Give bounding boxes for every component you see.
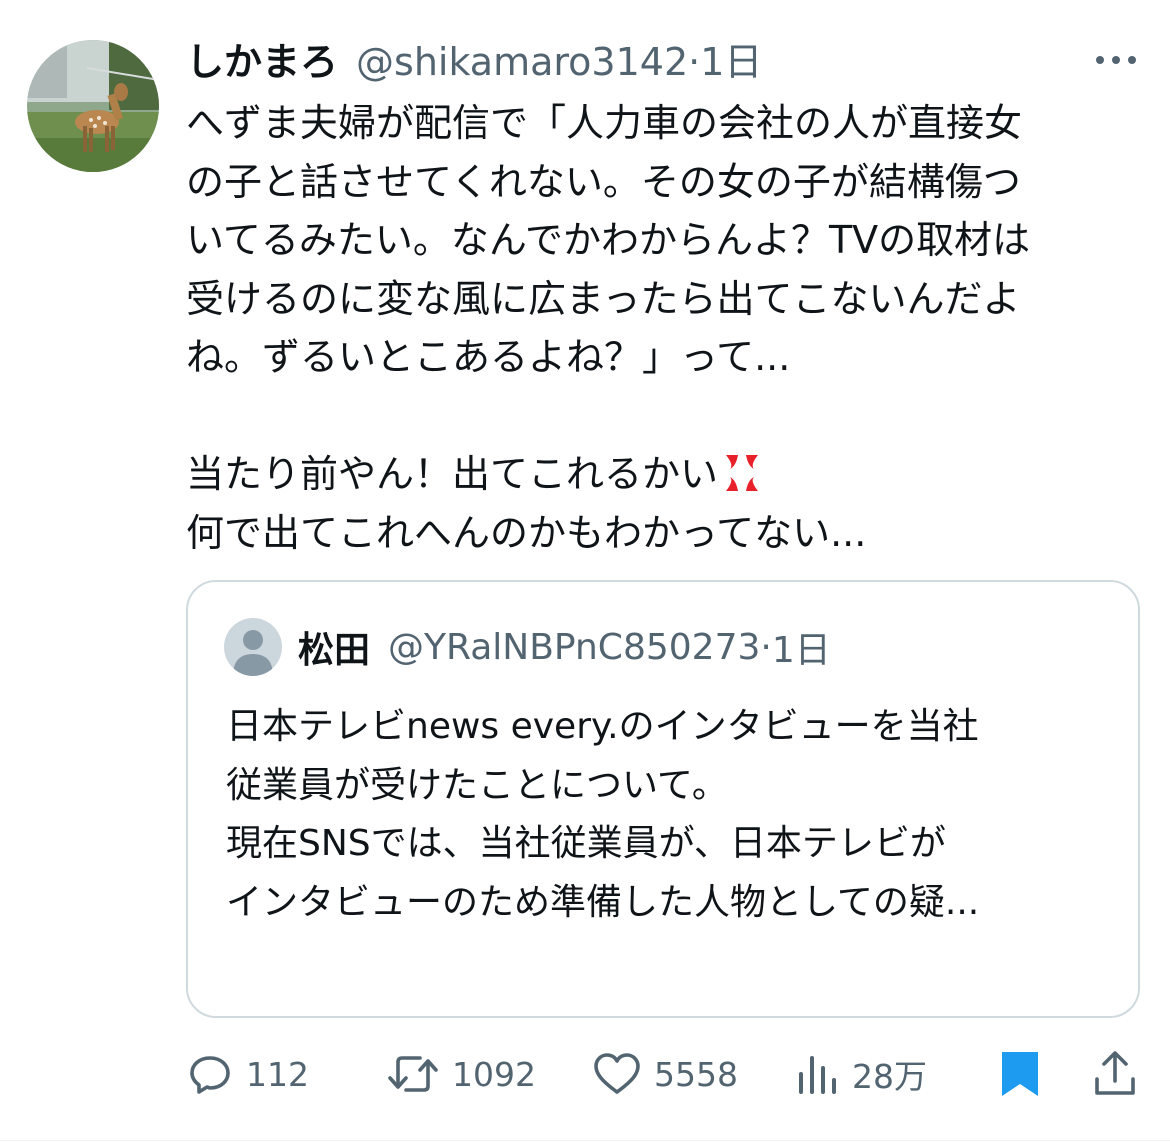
tweet-text-line: いてるみたい。なんでかわからんよ？TVの取材は [186, 218, 1031, 262]
more-dots-icon[interactable] [1092, 50, 1140, 70]
share-upload-icon [1095, 1051, 1135, 1095]
heart-icon [594, 1053, 640, 1094]
quoted-timestamp[interactable]: 1日 [772, 621, 831, 673]
retweet-icon [388, 1056, 438, 1092]
user-handle[interactable]: @shikamaro3142 [356, 36, 688, 88]
tweet-header: しかまろ @shikamaro3142 · 1日 [186, 36, 762, 88]
display-name[interactable]: しかまろ [186, 36, 338, 88]
tweet-text-line: ね。ずるいとこあるよね？」って... [186, 335, 791, 379]
quoted-text-line: 従業員が受けたことについて。 [226, 764, 728, 806]
retweet-count: 1092 [452, 1054, 536, 1094]
quoted-user-handle[interactable]: @YRalNBPnC850273 [388, 627, 760, 668]
separator-dot: · [688, 40, 701, 84]
reply-count: 112 [246, 1054, 309, 1094]
retweet-button[interactable]: 1092 [386, 1042, 536, 1106]
reply-button[interactable]: 112 [186, 1042, 309, 1106]
tweet-text-line: の子と話させてくれない。その女の子が結構傷つ [186, 159, 1021, 204]
tweet-text-line: へずま夫婦が配信で「人力車の会社の人が直接女 [186, 101, 1023, 145]
quoted-text-line: インタビューのため準備した人物としての疑... [226, 881, 980, 923]
default-user-avatar[interactable] [224, 618, 282, 676]
tweet-text: へずま夫婦が配信で「人力車の会社の人が直接女 の子と話させてくれない。その女の子… [186, 94, 1146, 562]
quoted-text-line: 現在SNSでは、当社従業員が、日本テレビが [226, 823, 946, 864]
timestamp[interactable]: 1日 [700, 36, 762, 88]
bookmark-button[interactable] [998, 1042, 1042, 1106]
action-bar: 112 1092 5558 28万 [0, 1042, 1170, 1106]
deer-photo-avatar [27, 40, 159, 172]
views-bar-chart-icon [799, 1056, 836, 1094]
bookmark-filled-icon [1002, 1052, 1038, 1096]
anger-symbol-icon [720, 451, 764, 495]
quoted-tweet[interactable]: 松田 @YRalNBPnC850273 · 1日 日本テレビnews every… [186, 580, 1140, 1018]
reply-icon [190, 1056, 230, 1094]
like-count: 5558 [654, 1054, 738, 1094]
tweet: しかまろ @shikamaro3142 · 1日 へずま夫婦が配信で「人力車の会… [0, 0, 1170, 1148]
quoted-tweet-text: 日本テレビnews every.のインタビューを当社 従業員が受けたことについて… [226, 698, 1116, 932]
view-count: 28万 [852, 1057, 927, 1096]
share-button[interactable] [1092, 1042, 1138, 1106]
views-button[interactable]: 28万 [796, 1042, 927, 1106]
quoted-display-name[interactable]: 松田 [298, 621, 370, 673]
user-avatar[interactable] [27, 40, 159, 172]
separator-dot: · [760, 626, 772, 668]
tweet-text-line: 受けるのに変な風に広まったら出てこないんだよ [186, 276, 1021, 321]
tweet-text-line: 何で出てこれへんのかもわかってない... [186, 510, 867, 555]
quoted-tweet-header: 松田 @YRalNBPnC850273 · 1日 [298, 622, 831, 672]
bottom-divider [0, 1140, 1170, 1141]
tweet-text-line: 当たり前やん！出てこれるかい [186, 445, 1146, 504]
like-button[interactable]: 5558 [592, 1042, 738, 1106]
quoted-text-line: 日本テレビnews every.のインタビューを当社 [226, 706, 979, 747]
tweet-text-segment: 当たり前やん！出てこれるかい [186, 452, 719, 496]
